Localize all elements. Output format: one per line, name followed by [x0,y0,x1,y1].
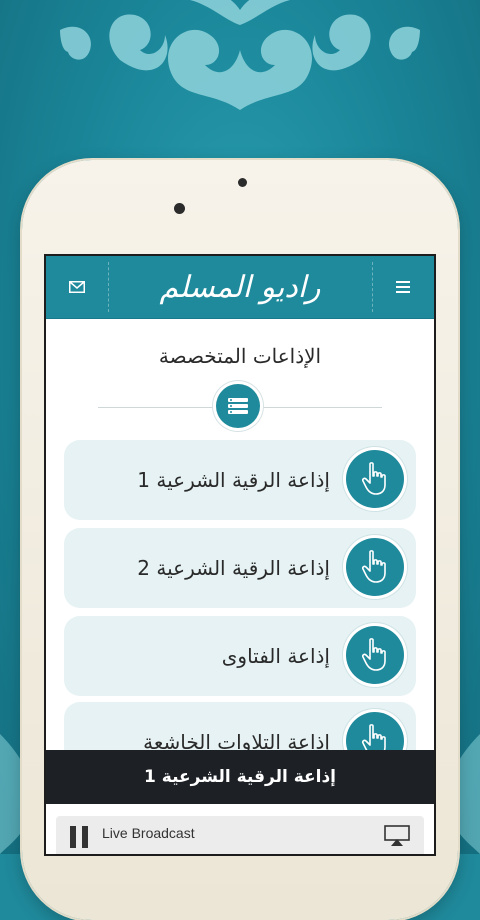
section-title: الإذاعات المتخصصة [158,344,322,368]
station-card-1[interactable]: إذاعة الرقية الشرعية 1 [64,440,416,520]
phone-camera [174,203,185,214]
decorative-ornament [60,0,420,110]
pointing-hand-icon [361,550,386,583]
menu-button[interactable] [372,256,434,318]
audio-player: Live Broadcast [56,816,424,854]
app-header: راديو المسلم [46,256,434,319]
station-select-button[interactable] [346,450,404,508]
header-divider-left [108,262,109,312]
phone-sensor [238,178,247,187]
pause-button[interactable] [70,826,90,848]
now-playing-title: إذاعة الرقية الشرعية 1 [144,767,337,787]
station-label: إذاعة الرقية الشرعية 1 [137,468,330,492]
station-card-3[interactable]: إذاعة الفتاوى [64,616,416,696]
mail-button[interactable] [46,256,108,318]
radio-list-badge [216,384,260,428]
app-logo: راديو المسلم [159,269,321,305]
pointing-hand-icon [361,462,386,495]
mail-icon [69,281,85,293]
section-divider-right [260,407,382,408]
pointing-hand-icon [361,638,386,671]
airplay-icon[interactable] [384,825,410,847]
app-screen: راديو المسلم الإذاعات المتخصصة إذاعة الر… [46,256,434,854]
station-select-button[interactable] [346,538,404,596]
station-label: إذاعة الفتاوى [221,644,330,668]
station-card-2[interactable]: إذاعة الرقية الشرعية 2 [64,528,416,608]
radio-list-icon [228,398,248,414]
station-label: إذاعة الرقية الشرعية 2 [137,556,330,580]
station-select-button[interactable] [346,626,404,684]
hamburger-icon [396,281,410,293]
player-status: Live Broadcast [102,825,195,841]
now-playing-bar[interactable]: إذاعة الرقية الشرعية 1 [46,750,434,804]
section-divider-left [98,407,216,408]
